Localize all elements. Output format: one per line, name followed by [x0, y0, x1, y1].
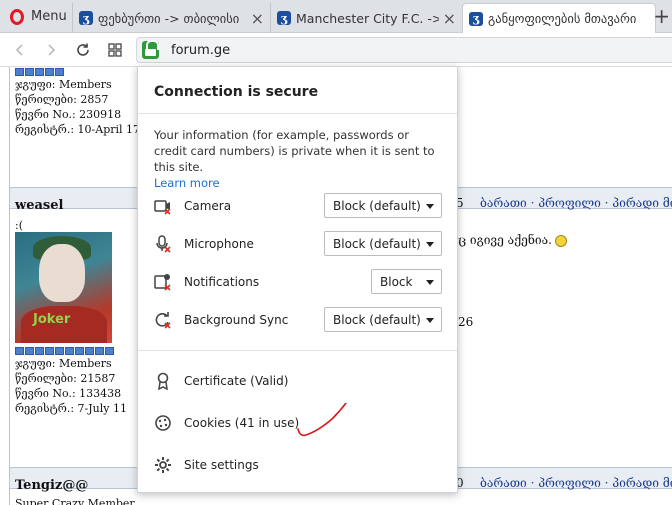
- camera-blocked-icon: [154, 200, 171, 215]
- background-sync-permission-select[interactable]: Block (default): [324, 307, 442, 332]
- site-settings-row[interactable]: Site settings: [154, 454, 444, 476]
- select-value: Block (default): [333, 237, 421, 251]
- post1-member-no: წევრი No.: 230918: [15, 108, 122, 121]
- post1-posts: წერილები: 2857: [15, 93, 109, 106]
- rank-pips: [15, 347, 127, 355]
- red-annotation-mark: [297, 403, 347, 437]
- post2-profile: ჯგუფი: Members წერილები: 21587 წევრი No.…: [15, 347, 127, 416]
- cookie-icon: [155, 415, 171, 431]
- notifications-blocked-icon: [154, 274, 171, 291]
- permission-label: Background Sync: [184, 313, 289, 327]
- post2-posts: წერილები: 21587: [15, 372, 116, 385]
- connection-description: Your information (for example, passwords…: [154, 127, 444, 191]
- chevron-down-icon: [426, 280, 434, 285]
- close-tab-icon[interactable]: ×: [251, 9, 264, 28]
- divider: [138, 350, 457, 351]
- select-value: Block: [380, 275, 413, 289]
- tab-football-tbilisi[interactable]: ʒ ფეხბურთი -> თბილისი ×: [72, 3, 270, 33]
- tab-title: განყოფილების მთავარი: [488, 11, 637, 26]
- tab-strip: Menu ʒ ფეხბურთი -> თბილისი × ʒ Mancheste…: [0, 0, 672, 33]
- connection-description-text: Your information (for example, passwords…: [154, 128, 435, 174]
- cookies-label[interactable]: Cookies (41 in use): [184, 416, 299, 430]
- microphone-permission-select[interactable]: Block (default): [324, 231, 442, 256]
- reload-button[interactable]: [72, 39, 94, 61]
- post3-user-links[interactable]: ბარათი · პროფილი · პირადი მი: [480, 476, 672, 490]
- permission-camera: Camera Block (default): [154, 193, 444, 219]
- rank-pips: [15, 68, 140, 76]
- post2-text: ც იგივე აქენია.: [458, 233, 567, 247]
- post3-username[interactable]: Tengiz@@: [15, 478, 88, 493]
- permission-notifications: Notifications Block: [154, 269, 444, 295]
- tab-manchester-city[interactable]: ʒ Manchester City F.C. -> თი ×: [270, 3, 462, 33]
- post2-small-fragment: 26: [458, 315, 474, 329]
- camera-permission-select[interactable]: Block (default): [324, 193, 442, 218]
- certificate-row[interactable]: Certificate (Valid): [154, 370, 444, 392]
- back-arrow-icon: [15, 44, 23, 56]
- address-toolbar: forum.ge: [0, 33, 672, 67]
- divider: [138, 113, 457, 114]
- secure-lock-icon[interactable]: [142, 40, 159, 59]
- opera-menu-button[interactable]: Menu: [0, 0, 72, 33]
- menu-label: Menu: [31, 9, 67, 24]
- permission-label: Camera: [184, 199, 232, 213]
- tab-title: Manchester City F.C. -> თი: [296, 10, 439, 26]
- gear-icon: [155, 457, 171, 473]
- avatar-caption: Joker: [33, 312, 71, 327]
- site-settings-label[interactable]: Site settings: [184, 458, 259, 472]
- forum-favicon-icon: ʒ: [469, 11, 483, 26]
- address-bar[interactable]: forum.ge: [136, 37, 672, 63]
- post2-username[interactable]: weasel: [15, 198, 63, 213]
- permission-label: Microphone: [184, 237, 254, 251]
- chevron-down-icon: [426, 318, 434, 323]
- post1-profile: ჯგუფი: Members წერილები: 2857 წევრი No.:…: [15, 68, 140, 137]
- select-value: Block (default): [333, 199, 421, 213]
- post2-group: ჯგუფი: Members: [15, 357, 112, 370]
- connection-status-title: Connection is secure: [154, 84, 319, 100]
- certificate-label[interactable]: Certificate (Valid): [184, 374, 288, 388]
- learn-more-link[interactable]: Learn more: [154, 176, 220, 190]
- post1-registered: რეგისტრ.: 10-April 17: [15, 123, 141, 136]
- post1-group: ჯგუფი: Members: [15, 78, 112, 91]
- post3-status: Super Crazy Member: [15, 497, 135, 505]
- post2-registered: რეგისტრ.: 7-July 11: [15, 402, 127, 415]
- forward-arrow-icon: [48, 44, 56, 56]
- chevron-down-icon: [426, 242, 434, 247]
- back-button[interactable]: [9, 39, 31, 61]
- new-tab-button[interactable]: +: [653, 4, 670, 28]
- certificate-ribbon-icon: [157, 372, 169, 390]
- post2-text-fragment: ც იგივე აქენია.: [458, 233, 552, 247]
- post2-member-no: წევრი No.: 133438: [15, 387, 122, 400]
- chevron-down-icon: [426, 204, 434, 209]
- smiley-icon: [554, 234, 567, 247]
- reload-icon: [77, 43, 89, 56]
- forward-button[interactable]: [40, 39, 62, 61]
- forum-favicon-icon: ʒ: [79, 11, 93, 25]
- close-tab-icon[interactable]: ×: [443, 9, 456, 28]
- url-text[interactable]: forum.ge: [171, 43, 230, 58]
- user-avatar: Joker: [15, 232, 112, 343]
- grid-icon: [108, 43, 122, 57]
- permission-label: Notifications: [184, 275, 260, 289]
- post2-user-links[interactable]: ბარათი · პროფილი · პირადი მი: [480, 196, 672, 210]
- notifications-permission-select[interactable]: Block: [371, 269, 442, 294]
- tab-section-main[interactable]: ʒ განყოფილების მთავარი: [462, 3, 656, 33]
- select-value: Block (default): [333, 313, 421, 327]
- speed-dial-button[interactable]: [104, 39, 126, 61]
- forum-favicon-icon: ʒ: [277, 11, 291, 25]
- microphone-blocked-icon: [156, 235, 171, 253]
- permission-microphone: Microphone Block (default): [154, 231, 444, 257]
- permission-background-sync: Background Sync Block (default): [154, 307, 444, 333]
- post2-status: :(: [15, 219, 23, 232]
- background-sync-blocked-icon: [155, 312, 171, 329]
- tab-title: ფეხბურთი -> თბილისი: [98, 10, 240, 26]
- opera-logo-icon: [10, 8, 24, 25]
